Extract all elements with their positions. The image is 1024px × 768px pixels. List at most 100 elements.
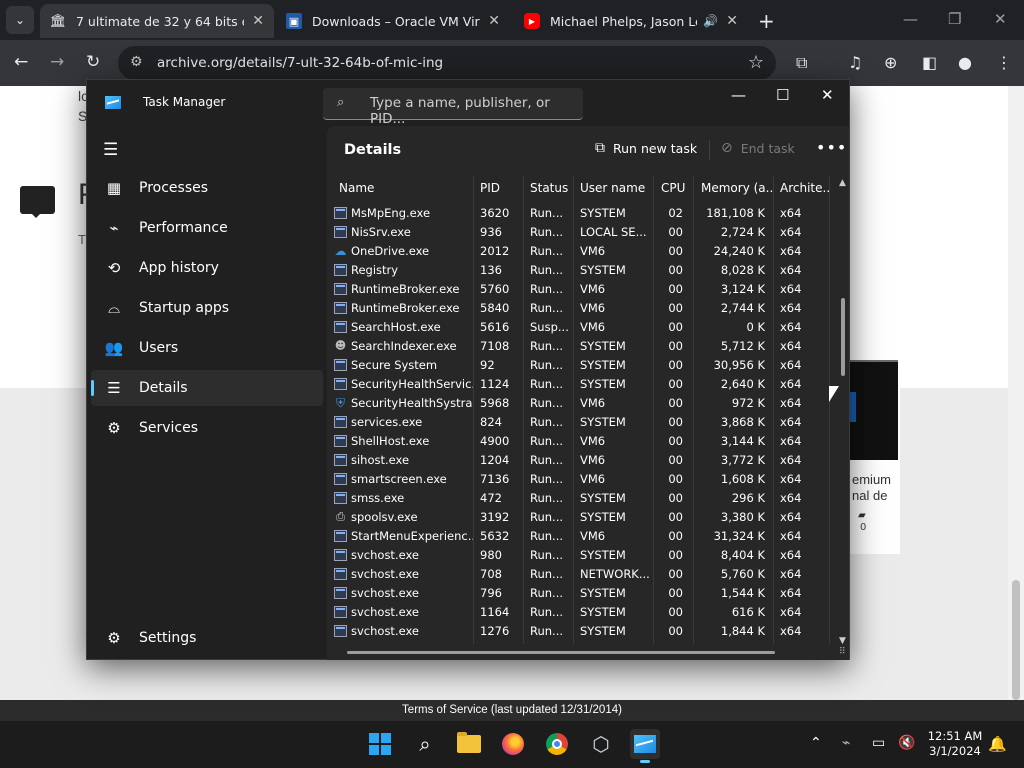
file-explorer-icon[interactable] [454,729,484,759]
terms-of-service-footer[interactable]: Terms of Service (last updated 12/31/201… [0,700,1024,720]
table-row[interactable]: ⛨ SecurityHealthSystra... 5968 Run... VM6 00 9… [331,394,831,413]
table-row[interactable]: smartscreen.exe 7136 Run... VM6 00 1,608 K x64 [331,470,831,489]
table-row[interactable]: RuntimeBroker.exe 5760 Run... VM6 00 3,124 K x… [331,280,831,299]
column-header-pid[interactable]: PID [480,181,524,195]
page-scrollbar[interactable] [1008,86,1024,700]
browser-tab-downloads[interactable]: ▣ Downloads – Oracle VM Virtual ✕ [276,4,510,38]
display-icon[interactable]: ▭ [872,735,885,751]
table-row[interactable]: Registry 136 Run... SYSTEM 00 8,028 K x64 [331,261,831,280]
table-row[interactable]: MsMpEng.exe 3620 Run... SYSTEM 02 181,108 K x6… [331,204,831,223]
task-manager-taskbar-icon[interactable] [630,729,660,763]
close-tab-icon[interactable]: ✕ [726,13,738,29]
horizontal-scroll-thumb[interactable] [347,651,775,654]
menu-kebab-icon[interactable]: ⋮ [996,53,1012,72]
downloads-icon[interactable]: ⊕ [884,53,897,72]
table-row[interactable]: sihost.exe 1204 Run... VM6 00 3,772 K x64 [331,451,831,470]
table-row[interactable]: ShellHost.exe 4900 Run... VM6 00 3,144 K x64 [331,432,831,451]
table-row[interactable]: svchost.exe 796 Run... SYSTEM 00 1,544 K x64 [331,584,831,603]
maximize-icon[interactable]: ☐ [776,86,789,104]
close-tab-icon[interactable]: ✕ [252,13,264,29]
column-header-name[interactable]: Name [339,181,471,195]
nav-item-users[interactable]: 👥 Users [91,330,323,366]
column-header-cpu[interactable]: CPU [661,181,691,195]
process-pid: 796 [480,586,502,600]
scroll-up-arrow-icon[interactable]: ▲ [839,178,846,188]
close-window-icon[interactable]: ✕ [994,10,1007,28]
close-icon[interactable]: ✕ [821,86,834,104]
media-control-icon[interactable]: ♫ [848,53,862,72]
volume-mute-icon[interactable]: 🔇 [898,735,915,751]
forward-arrow-icon[interactable]: → [50,52,64,72]
tab-search-dropdown-icon[interactable]: ⌄ [6,6,34,34]
new-tab-plus-icon[interactable]: + [758,9,775,33]
table-row[interactable]: RuntimeBroker.exe 5840 Run... VM6 00 2,744 K x… [331,299,831,318]
nav-item-startup-apps[interactable]: ⌓ Startup apps [91,290,323,326]
nav-item-performance[interactable]: ⌁ Performance [91,210,323,246]
side-panel-icon[interactable]: ◧ [922,53,937,72]
system-clock[interactable]: 12:51 AM 3/1/2024 [924,729,986,759]
nav-item-details[interactable]: ☰ Details [91,370,323,406]
start-windows-icon[interactable] [365,729,395,759]
url-text[interactable]: archive.org/details/7-ult-32-64b-of-mic-… [157,55,443,71]
table-row[interactable]: svchost.exe 1276 Run... SYSTEM 00 1,844 K x64 [331,622,831,641]
restore-icon[interactable]: ❐ [948,10,961,28]
process-search-input[interactable]: ⌕ Type a name, publisher, or PID... [323,88,583,127]
column-header-architecture[interactable]: Archite... [780,181,830,195]
notification-bell-icon[interactable]: 🔔 [988,735,1007,753]
resize-grip-icon[interactable]: ⠿ [839,647,846,657]
nav-item-app-history[interactable]: ⟲ App history [91,250,323,286]
nav-item-settings[interactable]: ⚙ Settings [91,620,323,656]
table-row[interactable]: SecurityHealthServic... 1124 Run... SYSTEM 0… [331,375,831,394]
page-title: Details [344,142,402,158]
end-task-button[interactable]: ⊘ End task [721,140,795,156]
table-row[interactable]: SearchHost.exe 5616 Susp... VM6 00 0 K x64 [331,318,831,337]
page-scroll-thumb[interactable] [1012,580,1020,700]
table-row[interactable]: services.exe 824 Run... SYSTEM 00 3,868 K x64 [331,413,831,432]
bookmark-star-icon[interactable]: ☆ [748,52,764,73]
firefox-icon[interactable] [498,729,528,759]
minimize-icon[interactable]: — [903,10,918,28]
address-bar[interactable]: ⚙ archive.org/details/7-ult-32-64b-of-mi… [118,46,776,80]
close-tab-icon[interactable]: ✕ [488,13,500,29]
browser-tab-archive[interactable]: 🏛 7 ultimate de 32 y 64 bits en inc ✕ [40,4,274,38]
extensions-icon[interactable]: ⧉ [796,53,807,73]
table-row[interactable]: ⎙ spoolsv.exe 3192 Run... SYSTEM 00 3,380 K x64 [331,508,831,527]
table-row[interactable]: StartMenuExperienc... 5632 Run... VM6 00 31,3… [331,527,831,546]
network-icon[interactable]: ⌁ [842,735,850,751]
vertical-scrollbar[interactable]: ▲ ▼ [837,178,849,646]
chrome-icon[interactable] [542,729,572,759]
more-options-icon[interactable]: ••• [816,138,847,157]
table-row[interactable]: svchost.exe 1164 Run... SYSTEM 00 616 K x64 [331,603,831,622]
process-cpu: 00 [668,358,683,372]
table-row[interactable]: svchost.exe 980 Run... SYSTEM 00 8,404 K x64 [331,546,831,565]
table-row[interactable]: Secure System 92 Run... SYSTEM 00 30,956 K x64 [331,356,831,375]
item-card[interactable]: emium nal de ▰ 0 [850,360,900,554]
table-row[interactable]: NisSrv.exe 936 Run... LOCAL SE... 00 2,724 K x… [331,223,831,242]
hamburger-menu-icon[interactable]: ☰ [103,140,118,160]
table-row[interactable]: ☁ OneDrive.exe 2012 Run... VM6 00 24,240 K x64 [331,242,831,261]
reload-icon[interactable]: ↻ [86,52,100,72]
process-pid: 980 [480,548,502,562]
vertical-scroll-thumb[interactable] [841,298,845,376]
column-header-user-name[interactable]: User name [580,181,654,195]
run-new-task-button[interactable]: ⧉ Run new task [595,140,697,156]
table-row[interactable]: ☻ SearchIndexer.exe 7108 Run... SYSTEM 00 5,71… [331,337,831,356]
table-row[interactable]: smss.exe 472 Run... SYSTEM 00 296 K x64 [331,489,831,508]
task-manager-titlebar[interactable]: Task Manager ⌕ Type a name, publisher, o… [87,80,849,127]
column-header-status[interactable]: Status [530,181,576,195]
table-row[interactable]: svchost.exe 708 Run... NETWORK... 00 5,760 K x… [331,565,831,584]
site-info-icon[interactable]: ⚙ [130,54,143,70]
scroll-down-arrow-icon[interactable]: ▼ [839,636,846,646]
search-icon[interactable]: ⌕ [410,729,440,759]
show-hidden-icons-chevron-icon[interactable]: ⌃ [810,735,822,751]
profile-icon[interactable]: ● [958,53,972,72]
browser-tab-youtube[interactable]: ▶ Michael Phelps, Jason Lezak 🔊 ✕ [514,4,748,38]
speaker-icon[interactable]: 🔊 [703,14,718,28]
column-header-memory[interactable]: Memory (a... [701,181,773,195]
minimize-icon[interactable]: — [731,86,746,104]
virtualbox-icon[interactable]: ⬡ [586,729,616,759]
nav-item-processes[interactable]: ▦ Processes [91,170,323,206]
nav-item-services[interactable]: ⚙ Services [91,410,323,446]
item-thumbnail[interactable] [850,360,898,460]
back-arrow-icon[interactable]: ← [14,52,28,72]
